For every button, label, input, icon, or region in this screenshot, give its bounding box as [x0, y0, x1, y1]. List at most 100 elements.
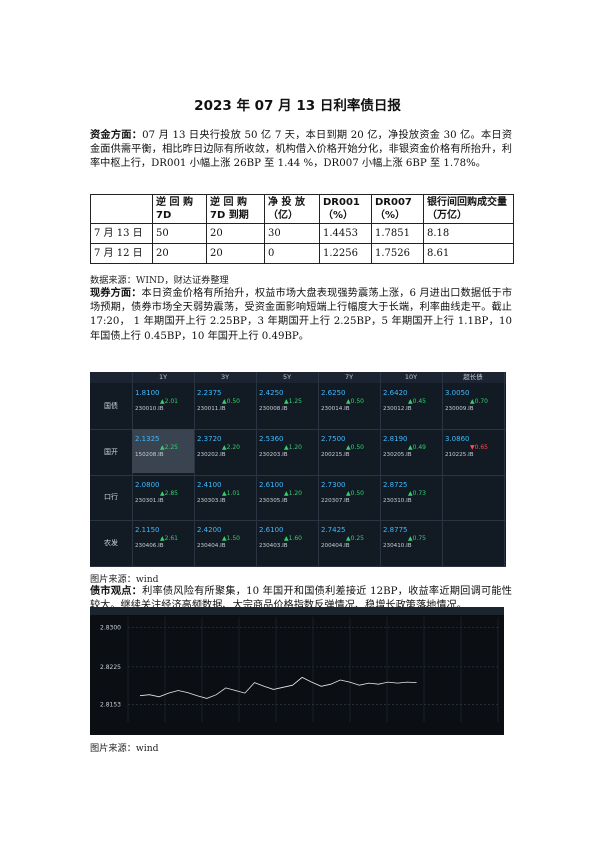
y-tick-label: 2.8225	[100, 664, 121, 671]
quote-panel-header: 1Y 3Y 5Y 7Y 10Y 超长债	[90, 372, 506, 383]
grid-line	[90, 566, 506, 567]
yield-change: ▲2.61	[160, 535, 178, 543]
bond-code: 230008.IB	[259, 406, 288, 412]
quote-cell[interactable]: 2.8190 ▲0.49 230205.IB	[380, 429, 442, 473]
yield-value: 2.6420	[383, 389, 408, 397]
yield-change: ▲1.50	[222, 535, 240, 543]
yield-value: 2.8775	[383, 526, 408, 535]
yield-change: ▲1.20	[284, 489, 302, 497]
quote-cell[interactable]: 2.6420 ▲0.45 230012.IB	[380, 383, 442, 427]
bond-code: 230009.IB	[445, 406, 474, 412]
quote-cell[interactable]: 2.5360 ▲1.20 230203.IB	[256, 429, 318, 473]
quote-cell[interactable]: 2.6100 ▲1.20 230305.IB	[256, 475, 318, 519]
bond-code: 230205.IB	[383, 451, 412, 458]
bond-code: 230404.IB	[197, 543, 226, 550]
yield-change: ▲0.50	[346, 489, 364, 497]
table-cell: 7 月 12 日	[90, 243, 153, 264]
report-title: 2023 年 07 月 13 日利率债日报	[194, 98, 401, 114]
quote-cell[interactable]: 2.7425 ▲0.25 200404.IB	[318, 520, 380, 564]
bond-code: 220307.IB	[321, 497, 350, 504]
quote-cell[interactable]: 2.8725 ▲0.73 230310.IB	[380, 475, 442, 519]
table-header-cell: 逆 回 购 7D	[152, 194, 207, 224]
table-row: 7 月 12 日 20 20 0 1.2256 1.7526 8.61	[90, 243, 514, 264]
grid-line	[504, 372, 505, 566]
table-row: 7 月 13 日 50 20 30 1.4453 1.7851 8.18	[90, 223, 514, 244]
table-header-cell: 逆 回 购 7D 到期	[206, 194, 265, 224]
quote-cell[interactable]: 2.4200 ▲1.50 230404.IB	[194, 520, 256, 564]
table-cell: 50	[152, 223, 207, 244]
rates-table: 逆 回 购 7D 逆 回 购 7D 到期 净 投 放（亿） DR001（%） D…	[90, 194, 514, 264]
bond-code: 200215.IB	[321, 451, 350, 458]
yield-value: 2.7425	[321, 526, 346, 535]
quote-cell[interactable]: 3.0860 ▼0.65 210225.IB	[442, 429, 504, 473]
quote-row-label: 国债	[104, 401, 118, 410]
spot-lead: 现券方面：	[90, 288, 142, 299]
bond-code: 230310.IB	[383, 497, 412, 504]
quote-cell[interactable]: 2.7500 ▲0.50 200215.IB	[318, 429, 380, 473]
quote-column-header: 超长债	[463, 373, 483, 381]
yield-value: 2.6100	[259, 480, 284, 489]
bond-code: 230014.IB	[321, 406, 350, 412]
yield-change: ▲1.25	[284, 398, 302, 405]
spot-text: 本日资金价格有所抬升，权益市场大盘表现强势震荡上涨，6 月进出口数据低于市场预期…	[90, 288, 513, 342]
quote-cell[interactable]: 2.1150 ▲2.61 230406.IB	[132, 520, 194, 564]
y-tick-label: 2.8153	[100, 702, 121, 709]
yield-change: ▲0.75	[408, 535, 426, 543]
funds-lead: 资金方面：	[90, 130, 143, 141]
quote-cell[interactable]: 2.0800 ▲2.85 230301.IB	[132, 475, 194, 519]
quote-cell[interactable]: 3.0050 ▲0.70 230009.IB	[442, 383, 504, 427]
bond-code: 200404.IB	[321, 543, 350, 550]
table-cell: 1.2256	[319, 243, 372, 264]
quote-cell[interactable]: 2.1325 ▲2.25 150208.IB	[132, 428, 194, 473]
rates-table-header: 逆 回 购 7D 逆 回 购 7D 到期 净 投 放（亿） DR001（%） D…	[90, 194, 514, 224]
bond-code: 230410.IB	[383, 543, 412, 550]
yield-change: ▲0.73	[408, 489, 426, 497]
source-note-table: 数据来源：WIND，财达证券整理	[90, 275, 229, 286]
quote-cell[interactable]: 1.8100 ▲2.01 230010.IB	[132, 383, 194, 427]
yield-value: 2.1150	[135, 526, 160, 535]
yield-value: 2.7500	[321, 434, 346, 443]
quote-row-label: 农发	[104, 539, 118, 548]
table-cell: 1.7851	[371, 223, 424, 244]
table-cell: 0	[264, 243, 320, 264]
quote-column-header: 10Y	[404, 373, 418, 381]
bond-code: 210225.IB	[445, 451, 474, 458]
yield-change: ▲2.25	[160, 443, 178, 451]
yield-value: 2.8725	[383, 480, 408, 489]
quote-row-label: 国开	[104, 447, 118, 456]
table-cell: 7 月 13 日	[90, 223, 153, 244]
yield-value: 2.6100	[259, 526, 284, 535]
quote-cell[interactable]: 2.7300 ▲0.50 220307.IB	[318, 475, 380, 519]
spot-paragraph: 现券方面：本日资金价格有所抬升，权益市场大盘表现强势震荡上涨，6 月进出口数据低…	[90, 287, 512, 344]
quote-column-header: 5Y	[282, 373, 292, 381]
yield-intraday-chart: 2.8300 2.8225 2.8153	[90, 607, 504, 735]
yield-change: ▲0.50	[346, 443, 364, 451]
quote-cell[interactable]: 2.4250 ▲1.25 230008.IB	[256, 383, 318, 427]
quote-cell[interactable]: 2.4100 ▲1.01 230303.IB	[194, 475, 256, 519]
yield-change: ▲2.01	[160, 398, 178, 405]
quote-cell[interactable]: 2.6100 ▲1.60 230403.IB	[256, 520, 318, 564]
table-header-cell	[90, 194, 153, 224]
table-cell: 20	[206, 243, 265, 264]
yield-change: ▲0.49	[408, 443, 426, 451]
quote-cell[interactable]: 2.3720 ▲2.20 230202.IB	[194, 429, 256, 473]
table-cell: 20	[206, 223, 265, 244]
quote-column-header: 7Y	[344, 373, 354, 381]
source-note-quote: 图片来源：wind	[90, 574, 159, 585]
yield-value: 2.7300	[321, 480, 346, 489]
table-cell: 20	[152, 243, 207, 264]
series-line	[139, 676, 417, 699]
quote-cell[interactable]: 2.8775 ▲0.75 230410.IB	[380, 520, 442, 564]
yield-value: 1.8100	[135, 389, 160, 397]
quote-cell[interactable]: 2.2375 ▲0.50 230011.IB	[194, 383, 256, 427]
quote-cell[interactable]: 2.6250 ▲0.50 230014.IB	[318, 383, 380, 427]
quote-column-header: 1Y	[158, 373, 168, 381]
view-lead: 债市观点：	[90, 586, 143, 597]
yield-change: ▲2.85	[160, 489, 178, 497]
yield-value: 2.4250	[259, 389, 284, 397]
bond-code: 230202.IB	[197, 451, 226, 458]
bond-code: 230406.IB	[135, 543, 164, 550]
bond-code: 230203.IB	[259, 451, 288, 458]
yield-value: 2.3720	[197, 434, 222, 443]
yield-value: 2.4200	[197, 526, 222, 535]
